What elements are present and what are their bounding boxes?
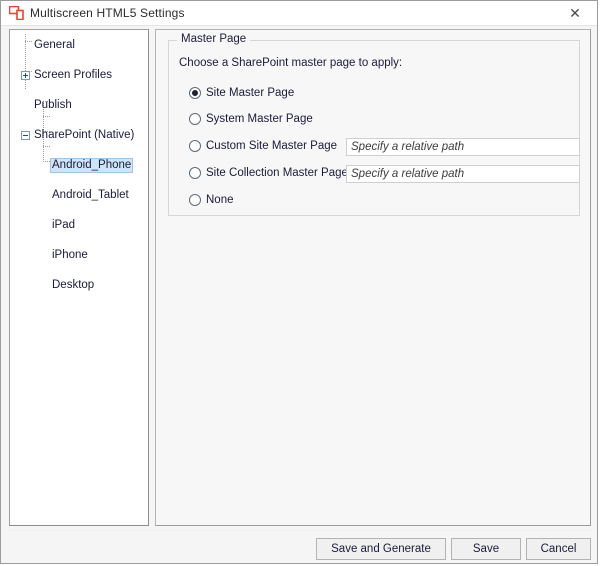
radio-site-master-page[interactable] [189,87,201,99]
tree-item-screen-profiles[interactable]: Screen Profiles [10,68,148,83]
save-button[interactable]: Save [451,538,521,560]
master-page-instruction: Choose a SharePoint master page to apply… [179,57,403,69]
tree-item-sharepoint-native[interactable]: SharePoint (Native) [10,128,148,143]
tree-item-general[interactable]: General [10,38,148,53]
tree-item-label: Publish [34,99,72,111]
save-and-generate-button[interactable]: Save and Generate [316,538,446,560]
tree-item-android-phone[interactable]: Android_Phone [10,158,148,173]
tree-expander-plus-icon[interactable] [21,71,30,80]
tree-item-label: Desktop [52,279,95,291]
settings-content-panel: Master Page Choose a SharePoint master p… [155,29,591,526]
tree-item-label: Screen Profiles [34,69,112,81]
title-bar: Multiscreen HTML5 Settings ✕ [1,1,597,26]
settings-tree-panel[interactable]: General Screen Profiles Publish SharePoi… [9,29,149,526]
tree-item-label: Android_Tablet [52,189,129,201]
tree-item-label: Android_Phone [50,158,134,173]
radio-label[interactable]: System Master Page [206,111,313,127]
radio-label[interactable]: None [206,192,234,208]
footer-divider [9,530,591,531]
master-page-groupbox: Master Page Choose a SharePoint master p… [168,33,580,216]
settings-tree: General Screen Profiles Publish SharePoi… [10,30,148,291]
cancel-button[interactable]: Cancel [526,538,591,560]
groupbox-title: Master Page [177,33,251,45]
dialog-window: Multiscreen HTML5 Settings ✕ General Scr… [0,0,598,564]
window-title: Multiscreen HTML5 Settings [30,6,185,20]
tree-expander-minus-icon[interactable] [21,131,30,140]
tree-item-label: SharePoint (Native) [34,129,135,141]
tree-item-label: iPhone [52,249,88,261]
site-collection-master-page-path-input[interactable] [346,165,580,183]
tree-branch-line [43,116,50,117]
tree-item-label: iPad [52,219,76,231]
dialog-body: General Screen Profiles Publish SharePoi… [1,26,597,563]
radio-none[interactable] [189,194,201,206]
tree-item-desktop[interactable]: Desktop [10,278,148,293]
radio-label[interactable]: Site Master Page [206,85,294,101]
close-icon: ✕ [569,5,581,21]
multiscreen-devices-icon [8,5,24,21]
radio-custom-site-master-page[interactable] [189,140,201,152]
radio-system-master-page[interactable] [189,113,201,125]
radio-label[interactable]: Custom Site Master Page [206,138,337,154]
custom-site-master-page-path-input[interactable] [346,138,580,156]
tree-item-android-tablet[interactable]: Android_Tablet [10,188,148,203]
radio-site-collection-master-page[interactable] [189,167,201,179]
tree-item-ipad[interactable]: iPad [10,218,148,233]
tree-item-label: General [34,39,75,51]
tree-branch-line [43,146,50,147]
tree-item-publish[interactable]: Publish [10,98,148,113]
close-button[interactable]: ✕ [553,1,597,25]
radio-label[interactable]: Site Collection Master Page [206,165,348,181]
tree-item-iphone[interactable]: iPhone [10,248,148,263]
